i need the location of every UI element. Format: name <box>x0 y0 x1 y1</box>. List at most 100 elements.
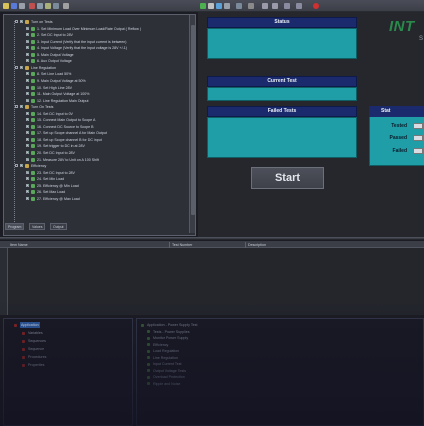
watch-icon[interactable] <box>272 3 278 9</box>
tab-output[interactable]: Output <box>50 223 67 230</box>
step-icon[interactable] <box>216 3 222 9</box>
enable-checkbox[interactable] <box>26 91 30 97</box>
step-icon <box>31 170 35 175</box>
tree-item-label: 6. Aux Output Voltage <box>37 59 72 64</box>
step-icon <box>31 92 35 97</box>
enable-checkbox[interactable] <box>26 176 30 182</box>
enable-checkbox[interactable] <box>26 71 30 77</box>
enable-checkbox[interactable] <box>20 104 24 110</box>
column-item-name[interactable]: Item Name <box>8 242 170 248</box>
enable-checkbox[interactable] <box>20 163 24 169</box>
settings-icon[interactable] <box>63 3 69 9</box>
pause-icon[interactable] <box>208 3 214 9</box>
enable-checkbox[interactable] <box>26 52 30 58</box>
column-description[interactable]: Description <box>246 242 424 248</box>
tree-item-label: 17. Set up Scope channel A for Main Outp… <box>37 131 107 136</box>
enable-checkbox[interactable] <box>20 65 24 71</box>
tree-item-label: 5. Main Output Voltage <box>37 52 74 57</box>
enable-checkbox[interactable] <box>26 143 30 149</box>
expand-icon[interactable] <box>15 20 18 23</box>
step-icon <box>31 52 35 57</box>
status-display <box>207 28 357 59</box>
enable-checkbox[interactable] <box>26 189 30 195</box>
tree-item-label: Line Regulation <box>31 65 56 70</box>
debug-icon[interactable] <box>262 3 268 9</box>
tree-item-label: 8. Set Line Load 50% <box>37 72 72 77</box>
tree-scrollbar-thumb[interactable] <box>191 25 195 215</box>
enable-checkbox[interactable] <box>26 169 30 175</box>
enable-checkbox[interactable] <box>20 19 24 25</box>
enable-checkbox[interactable] <box>26 25 30 31</box>
enable-checkbox[interactable] <box>26 156 30 162</box>
step-icon <box>31 177 35 182</box>
options-icon[interactable] <box>248 3 254 9</box>
open-icon[interactable] <box>3 3 9 9</box>
enable-checkbox[interactable] <box>26 32 30 38</box>
enable-checkbox[interactable] <box>26 137 30 143</box>
trace-icon[interactable] <box>296 3 302 9</box>
workspace-tree: Application Variables Sequences Sequence Pro… <box>3 318 133 426</box>
tree-item-label: 19. Set trigger to DC in at 28V <box>37 144 85 149</box>
tested-label: Tested <box>391 123 407 129</box>
enable-checkbox[interactable] <box>26 45 30 51</box>
paste-icon[interactable] <box>45 3 51 9</box>
tree-scrollbar[interactable] <box>189 15 195 233</box>
enable-checkbox[interactable] <box>26 58 30 64</box>
copy-icon[interactable] <box>37 3 43 9</box>
tree-item-label: 24. Set Min Load <box>37 177 65 182</box>
tree-item-label: 12. Line Regulation Main Output <box>37 98 89 103</box>
save-icon[interactable] <box>11 3 17 9</box>
stop-icon[interactable] <box>313 3 319 9</box>
tab-values[interactable]: Values <box>29 223 46 230</box>
workspace-item-icon <box>22 355 25 359</box>
property-item-icon <box>147 356 150 359</box>
tree-node-icon <box>21 72 24 75</box>
step-icon <box>31 144 35 149</box>
tree-node-icon <box>21 158 24 161</box>
enable-checkbox[interactable] <box>26 78 30 84</box>
results-header: Item Name Test Number Description <box>0 242 424 248</box>
cut-icon[interactable] <box>29 3 35 9</box>
step-icon <box>31 111 35 116</box>
step-over-icon[interactable] <box>224 3 230 9</box>
horizontal-splitter[interactable] <box>0 237 424 240</box>
current-test-title: Current Test <box>207 76 357 87</box>
workspace-item-label: Variables <box>28 331 43 335</box>
tree-node-icon <box>21 79 24 82</box>
step-icon <box>31 26 35 31</box>
property-item-icon <box>147 343 150 346</box>
enable-checkbox[interactable] <box>26 110 30 116</box>
print-icon[interactable] <box>19 3 25 9</box>
statistics-title: Stat <box>369 106 424 117</box>
tree-node-icon <box>21 27 24 30</box>
tab-program[interactable]: Program <box>5 223 25 230</box>
expand-icon[interactable] <box>15 164 18 168</box>
enable-checkbox[interactable] <box>26 183 30 189</box>
property-item-icon <box>147 375 150 379</box>
tree-node-icon <box>21 99 24 102</box>
tool-icon[interactable] <box>236 3 242 9</box>
tree-item-label: 26. Set Max Load <box>37 190 66 195</box>
expand-icon[interactable] <box>15 65 18 69</box>
passed-count <box>413 135 423 141</box>
expand-icon[interactable] <box>15 105 18 109</box>
column-test-number[interactable]: Test Number <box>170 242 246 248</box>
step-icon <box>31 151 35 155</box>
step-icon <box>31 72 35 77</box>
enable-checkbox[interactable] <box>26 150 30 156</box>
start-button[interactable]: Start <box>251 167 324 189</box>
find-icon[interactable] <box>53 3 59 9</box>
enable-checkbox[interactable] <box>26 38 30 44</box>
enable-checkbox[interactable] <box>26 117 30 123</box>
enable-checkbox[interactable] <box>26 196 30 202</box>
enable-checkbox[interactable] <box>26 97 30 103</box>
step-icon <box>31 137 35 142</box>
properties-tree: Application - Power Supply Test Tests - P… <box>136 318 424 426</box>
tree-item-label: 18. Set up Scope channel B for DC input <box>37 137 102 142</box>
run-icon[interactable] <box>200 3 206 9</box>
enable-checkbox[interactable] <box>26 124 30 130</box>
tested-count <box>413 123 423 129</box>
breakpoint-list-icon[interactable] <box>284 3 290 9</box>
enable-checkbox[interactable] <box>26 130 30 136</box>
enable-checkbox[interactable] <box>26 84 30 90</box>
